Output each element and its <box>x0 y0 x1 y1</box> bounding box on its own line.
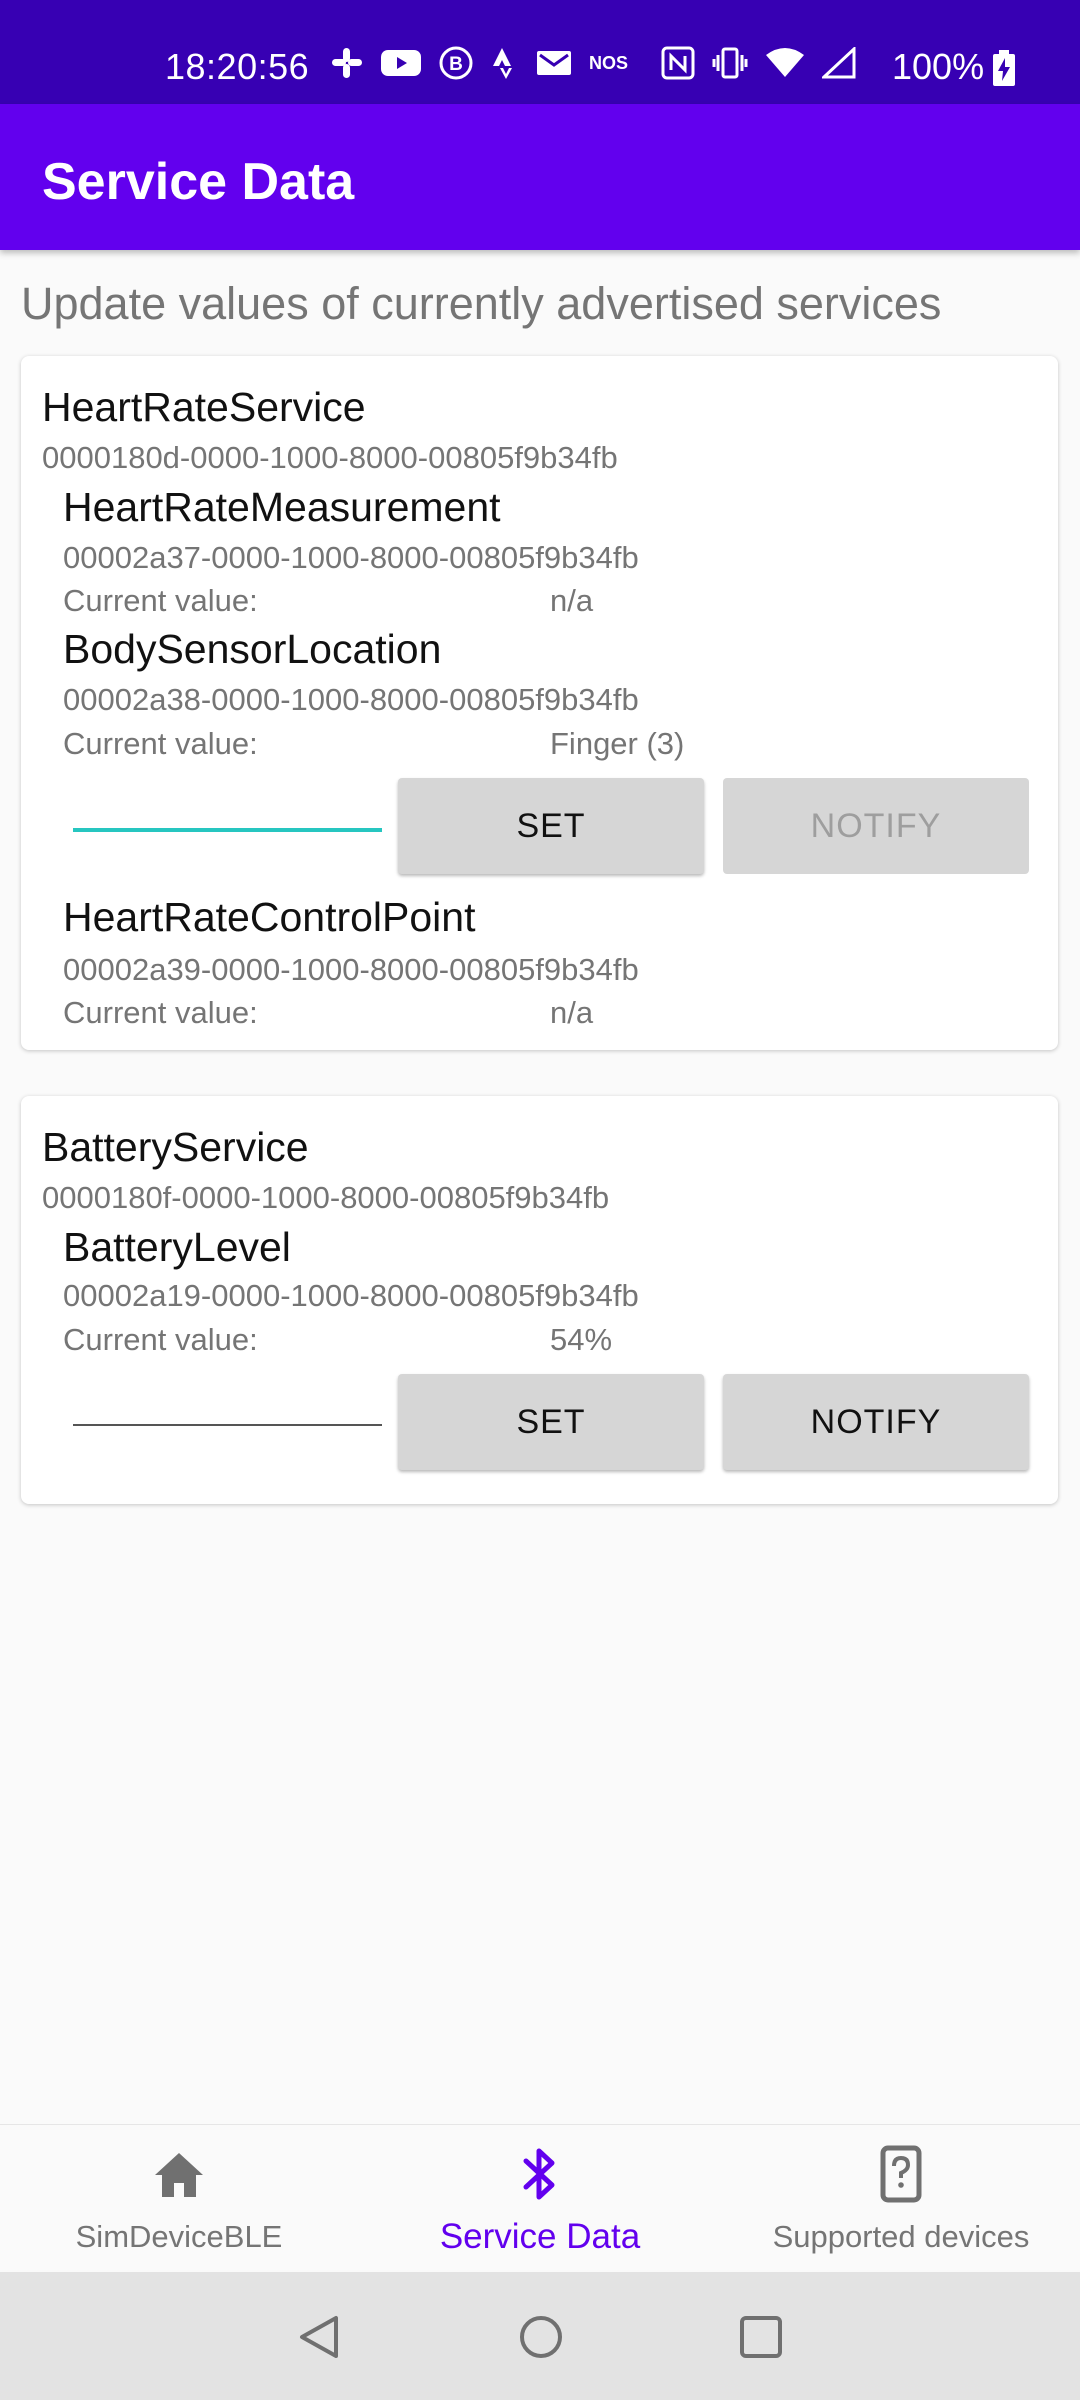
strava-icon <box>491 46 519 80</box>
recents-icon[interactable] <box>738 2314 784 2365</box>
set-button[interactable]: SET <box>398 1374 704 1470</box>
bottom-navigation: SimDeviceBLE Service Data Supported devi… <box>0 2124 1080 2273</box>
device-unknown-icon <box>880 2145 922 2208</box>
characteristic-uuid: 00002a38-0000-1000-8000-00805f9b34fb <box>63 682 639 717</box>
service-card-heart-rate: HeartRateService 0000180d-0000-1000-8000… <box>21 356 1058 1050</box>
current-value: 54% <box>550 1322 613 1357</box>
vibrate-icon <box>712 46 748 80</box>
signal-icon <box>822 47 856 79</box>
nav-label: Service Data <box>439 2217 641 2256</box>
notify-button[interactable]: NOTIFY <box>723 1374 1029 1470</box>
back-icon[interactable] <box>296 2314 342 2365</box>
characteristic-uuid: 00002a19-0000-1000-8000-00805f9b34fb <box>63 1278 639 1313</box>
nav-label: SimDeviceBLE <box>75 2219 283 2254</box>
app-bar: Service Data <box>0 104 1080 250</box>
current-value: n/a <box>550 583 594 618</box>
nav-item-simdeviceble[interactable]: SimDeviceBLE <box>0 2125 358 2273</box>
current-value: Finger (3) <box>550 726 685 761</box>
value-input[interactable] <box>73 1362 382 1426</box>
current-value-label: Current value: <box>63 726 258 761</box>
system-navigation-bar <box>0 2272 1080 2400</box>
battery-percentage: 100% <box>892 46 985 87</box>
nav-label: Supported devices <box>772 2219 1030 2254</box>
home-icon <box>151 2149 207 2206</box>
nav-item-supported-devices[interactable]: Supported devices <box>722 2125 1080 2273</box>
nos-icon: NOS <box>589 52 629 73</box>
characteristic-name: BodySensorLocation <box>63 626 442 672</box>
characteristic-name: HeartRateMeasurement <box>63 484 501 530</box>
service-card-battery: BatteryService 0000180f-0000-1000-8000-0… <box>21 1096 1058 1504</box>
home-button-icon[interactable] <box>518 2314 564 2365</box>
characteristic-name: HeartRateControlPoint <box>63 894 476 940</box>
service-uuid: 0000180d-0000-1000-8000-00805f9b34fb <box>42 440 618 475</box>
current-value: n/a <box>550 995 594 1030</box>
b-circle-icon: B <box>438 45 474 81</box>
nfc-icon <box>661 46 695 80</box>
nav-item-service-data[interactable]: Service Data <box>358 2125 722 2273</box>
current-value-label: Current value: <box>63 1322 258 1357</box>
status-bar: 18:20:56 B NOS 100% <box>0 0 1080 104</box>
page-subtitle: Update values of currently advertised se… <box>21 278 942 329</box>
characteristic-name: BatteryLevel <box>63 1224 291 1270</box>
page-title: Service Data <box>42 153 355 211</box>
current-value-label: Current value: <box>63 583 258 618</box>
characteristic-uuid: 00002a37-0000-1000-8000-00805f9b34fb <box>63 540 639 575</box>
slack-icon <box>330 46 364 80</box>
bluetooth-icon <box>520 2145 560 2208</box>
service-uuid: 0000180f-0000-1000-8000-00805f9b34fb <box>42 1180 610 1215</box>
wifi-icon <box>765 47 805 79</box>
service-name: HeartRateService <box>42 384 366 430</box>
svg-text:B: B <box>449 54 463 75</box>
set-button[interactable]: SET <box>398 778 704 874</box>
service-name: BatteryService <box>42 1124 309 1170</box>
characteristic-uuid: 00002a39-0000-1000-8000-00805f9b34fb <box>63 952 639 987</box>
gmail-icon <box>536 48 572 78</box>
status-time: 18:20:56 <box>165 46 310 87</box>
status-icons: B NOS <box>330 45 856 81</box>
current-value-label: Current value: <box>63 995 258 1030</box>
youtube-icon <box>381 48 421 78</box>
value-input[interactable] <box>73 766 382 832</box>
notify-button[interactable]: NOTIFY <box>723 778 1029 874</box>
battery-charging-icon <box>992 50 1016 91</box>
